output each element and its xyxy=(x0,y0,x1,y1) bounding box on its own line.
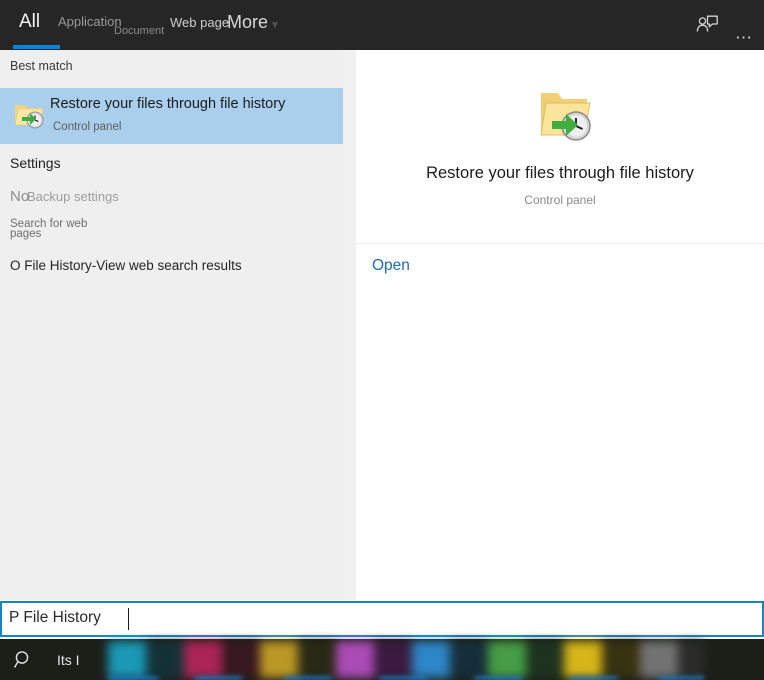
taskbar-app-icon[interactable] xyxy=(298,641,336,678)
tab-application[interactable]: Application xyxy=(58,14,122,29)
taskbar-app-icon[interactable] xyxy=(222,641,260,678)
taskbar-pinned-apps[interactable] xyxy=(108,641,704,678)
web-search-result-label: O File History-View web search results xyxy=(10,258,242,273)
folder-history-restore-icon xyxy=(12,98,46,132)
taskbar-app-icon[interactable] xyxy=(412,641,450,678)
preview-title: Restore your files through file history xyxy=(426,164,694,182)
tab-webpage[interactable]: Web page xyxy=(170,15,229,30)
text-caret xyxy=(128,608,129,630)
taskbar-app-indicators xyxy=(108,676,704,680)
search-magnifier-icon[interactable] xyxy=(12,648,36,672)
taskbar-app-icon[interactable] xyxy=(374,641,412,678)
best-match-subtitle: Control panel xyxy=(53,121,122,133)
taskbar-app-icon[interactable] xyxy=(260,641,298,678)
backup-settings-label: Backup settings xyxy=(27,189,119,204)
taskbar-app-icon[interactable] xyxy=(336,641,374,678)
open-action-link[interactable]: Open xyxy=(372,257,410,275)
tab-more[interactable]: More xyxy=(227,12,268,33)
folder-history-restore-icon xyxy=(533,85,595,147)
tab-all[interactable]: All xyxy=(19,11,40,33)
taskbar-app-icon[interactable] xyxy=(146,641,184,678)
taskbar-app-icon[interactable] xyxy=(488,641,526,678)
tab-all-active-indicator xyxy=(13,45,60,49)
taskbar-app-icon[interactable] xyxy=(640,641,678,678)
taskbar-app-icon[interactable] xyxy=(526,641,564,678)
preview-subtitle: Control panel xyxy=(524,193,596,207)
taskbar-search-label: Its I xyxy=(57,652,80,668)
taskbar-app-icon[interactable] xyxy=(108,641,146,678)
preview-divider xyxy=(356,243,764,244)
taskbar-app-icon[interactable] xyxy=(184,641,222,678)
search-filter-topbar: All Application Document Web page More ▼… xyxy=(0,0,764,50)
best-match-header: Best match xyxy=(10,59,73,73)
tab-document[interactable]: Document xyxy=(114,25,164,37)
feedback-person-icon[interactable] xyxy=(694,13,720,39)
taskbar-app-icon[interactable] xyxy=(678,641,704,678)
windows-search-window: All Application Document Web page More ▼… xyxy=(0,0,764,680)
panel-gutter xyxy=(343,50,356,600)
taskbar-app-icon[interactable] xyxy=(564,641,602,678)
settings-section-header: Settings xyxy=(10,155,61,171)
more-options-dots-icon[interactable]: ⋯ xyxy=(734,13,760,46)
web-search-header-line2: pages xyxy=(10,228,42,240)
taskbar-app-icon[interactable] xyxy=(602,641,640,678)
search-input-value: P File History xyxy=(9,609,101,626)
chevron-down-icon: ▼ xyxy=(270,20,280,31)
search-input-box[interactable] xyxy=(0,601,764,637)
taskbar-app-icon[interactable] xyxy=(450,641,488,678)
best-match-title: Restore your files through file history xyxy=(50,96,286,112)
